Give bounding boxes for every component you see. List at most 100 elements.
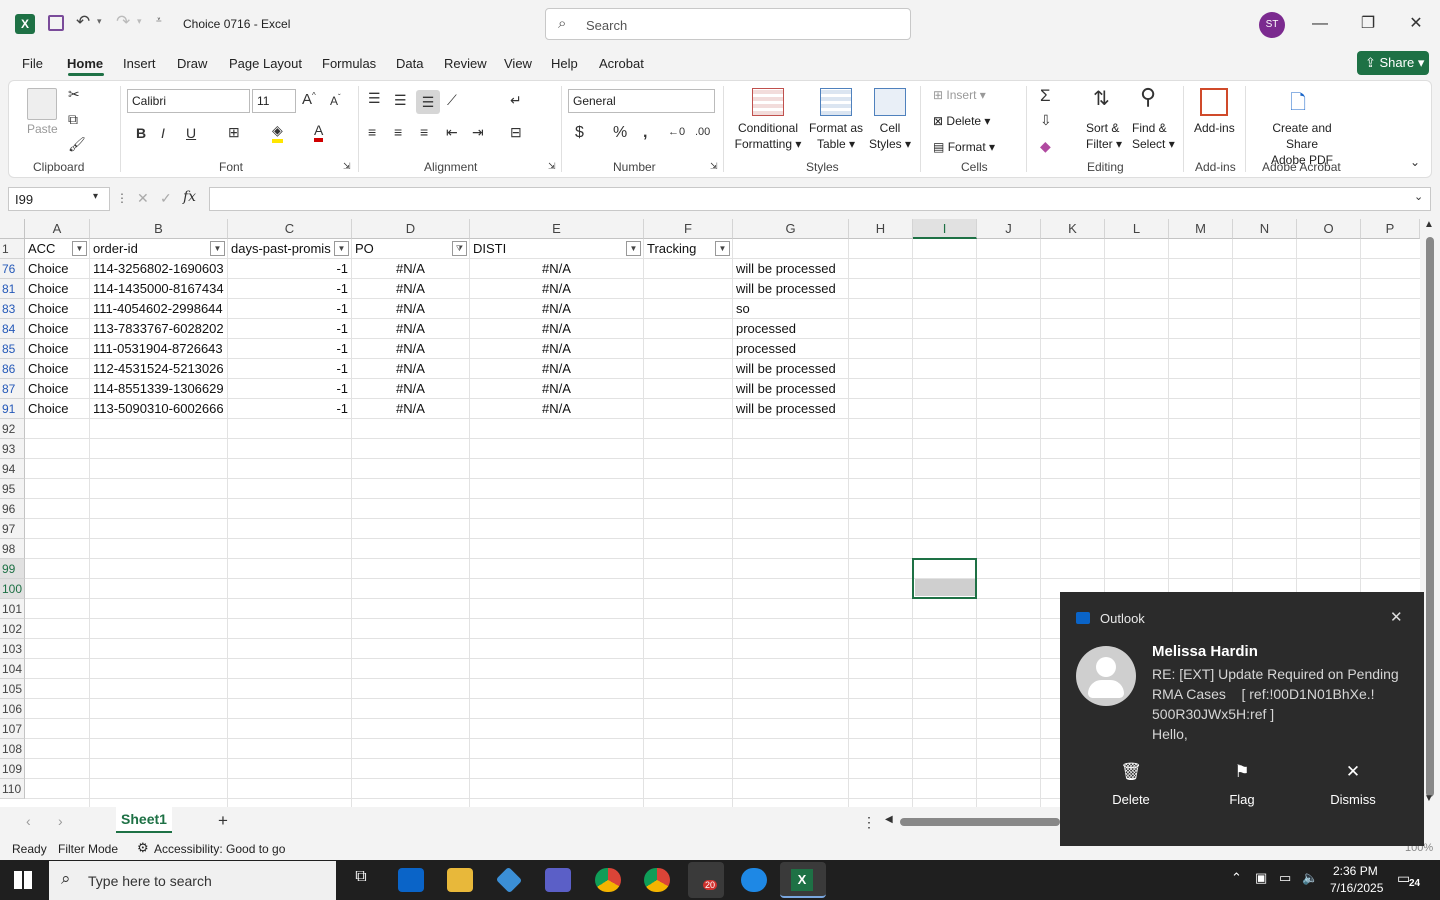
cell-g[interactable]: will be processed — [733, 399, 849, 419]
column-header-m[interactable]: M — [1169, 219, 1233, 239]
row-header-104[interactable]: 104 — [0, 659, 25, 679]
column-header-k[interactable]: K — [1041, 219, 1105, 239]
teams-icon[interactable] — [545, 868, 571, 892]
cell-c[interactable]: -1 — [228, 319, 352, 339]
column-header-p[interactable]: P — [1361, 219, 1420, 239]
cell-a[interactable]: Choice — [25, 379, 90, 399]
merge-center-icon[interactable]: ⊟ — [510, 124, 522, 141]
percent-icon[interactable]: % — [613, 124, 627, 142]
filter-dropdown-icon[interactable]: ▼ — [334, 241, 349, 256]
scroll-up-icon[interactable]: ▲ — [1424, 219, 1434, 230]
decrease-decimal-icon[interactable]: .00 — [695, 126, 710, 138]
fill-color-icon[interactable]: ◈ — [272, 122, 283, 143]
horizontal-scroll-thumb[interactable] — [900, 818, 1060, 826]
row-header-93[interactable]: 93 — [0, 439, 25, 459]
cell-d[interactable]: #N/A — [352, 359, 470, 379]
increase-font-icon[interactable]: A^ — [302, 91, 316, 108]
row-header-105[interactable]: 105 — [0, 679, 25, 699]
tab-data[interactable]: Data — [396, 56, 423, 71]
tab-draw[interactable]: Draw — [177, 56, 207, 71]
align-middle-icon[interactable]: ☰ — [394, 92, 407, 109]
align-top-icon[interactable]: ☰ — [368, 90, 381, 107]
cell-a[interactable]: Choice — [25, 279, 90, 299]
vertical-scroll-thumb[interactable] — [1426, 237, 1434, 797]
more-options-icon[interactable]: ⋮ — [116, 191, 128, 205]
cell-c[interactable]: -1 — [228, 299, 352, 319]
row-header-87[interactable]: 87 — [0, 379, 25, 399]
column-header-i[interactable]: I — [913, 219, 977, 239]
bold-icon[interactable]: B — [136, 125, 146, 141]
cell-d[interactable]: #N/A — [352, 399, 470, 419]
taskbar-time[interactable]: 2:36 PM — [1333, 864, 1378, 878]
tab-file[interactable]: File — [22, 56, 43, 71]
cell-e[interactable]: #N/A — [470, 279, 644, 299]
undo-icon[interactable]: ↶ — [76, 12, 90, 32]
cell-g[interactable]: will be processed — [733, 359, 849, 379]
row-header-108[interactable]: 108 — [0, 739, 25, 759]
enter-entry-icon[interactable]: ✓ — [160, 190, 172, 207]
app-blue-icon[interactable] — [741, 868, 767, 892]
close-button[interactable]: ✕ — [1401, 10, 1431, 38]
cell-g[interactable]: processed — [733, 339, 849, 359]
volume-icon[interactable]: 🔈 — [1302, 870, 1318, 886]
tab-view[interactable]: View — [504, 56, 532, 71]
chrome-profile-icon[interactable] — [644, 868, 670, 892]
cell-e[interactable]: #N/A — [470, 379, 644, 399]
hscroll-left-icon[interactable]: ◀ — [885, 814, 893, 825]
restore-button[interactable]: ❐ — [1353, 10, 1383, 38]
align-bottom-icon[interactable]: ☰ — [416, 90, 440, 114]
cell-c[interactable]: -1 — [228, 379, 352, 399]
conditional-formatting-button[interactable]: Conditional Formatting ▾ — [733, 120, 803, 152]
customize-qat-icon[interactable]: ⩡ — [156, 15, 162, 26]
decrease-indent-icon[interactable]: ⇤ — [446, 124, 458, 141]
cell-b[interactable]: 111-4054602-2998644 — [90, 299, 228, 319]
create-pdf-icon[interactable]: 🗋 — [1290, 88, 1306, 122]
clear-icon[interactable]: ◆ — [1040, 138, 1051, 155]
outlook-notification[interactable]: Outlook ✕ Melissa Hardin RE: [EXT] Updat… — [1060, 592, 1424, 846]
sort-filter-button[interactable]: Sort & Filter ▾ — [1086, 120, 1122, 152]
cell-c[interactable]: -1 — [228, 399, 352, 419]
column-header-d[interactable]: D — [352, 219, 470, 239]
cell-e[interactable]: #N/A — [470, 319, 644, 339]
number-dialog-launcher-icon[interactable]: ⇲ — [710, 161, 718, 172]
cell-g[interactable]: will be processed — [733, 259, 849, 279]
tab-acrobat[interactable]: Acrobat — [599, 56, 644, 71]
cell-a[interactable]: Choice — [25, 299, 90, 319]
undo-dropdown-icon[interactable]: ▾ — [97, 16, 102, 27]
cell-d[interactable]: #N/A — [352, 279, 470, 299]
cell-g[interactable]: will be processed — [733, 279, 849, 299]
user-avatar[interactable]: ST — [1259, 12, 1285, 38]
font-name-select[interactable]: Calibri — [127, 89, 250, 113]
cell-styles-button[interactable]: Cell Styles ▾ — [866, 120, 914, 152]
next-sheet-icon[interactable]: › — [58, 813, 63, 829]
row-header-92[interactable]: 92 — [0, 419, 25, 439]
network-icon[interactable]: ▭ — [1279, 870, 1291, 886]
tray-chevron-icon[interactable]: ⌃ — [1231, 870, 1242, 886]
row-header-85[interactable]: 85 — [0, 339, 25, 359]
alignment-dialog-launcher-icon[interactable]: ⇲ — [548, 161, 556, 172]
cell-b[interactable]: 111-0531904-8726643 — [90, 339, 228, 359]
cell-d[interactable]: #N/A — [352, 319, 470, 339]
cell-c[interactable]: -1 — [228, 339, 352, 359]
cell-a[interactable]: Choice — [25, 399, 90, 419]
search-box[interactable]: ⌕ Search — [545, 8, 911, 40]
row-header-1[interactable]: 1 — [0, 239, 25, 259]
increase-indent-icon[interactable]: ⇥ — [472, 124, 484, 141]
row-header-101[interactable]: 101 — [0, 599, 25, 619]
row-header-76[interactable]: 76 — [0, 259, 25, 279]
borders-icon[interactable]: ⊞ — [228, 124, 240, 141]
fill-icon[interactable]: ⇩ — [1040, 112, 1052, 129]
font-color-icon[interactable]: A — [314, 122, 324, 142]
cell-f[interactable] — [644, 339, 733, 359]
insert-cells-button[interactable]: ⊞ Insert ▾ — [933, 87, 986, 103]
filter-active-icon[interactable]: ⧩ — [452, 241, 467, 256]
tab-page-layout[interactable]: Page Layout — [229, 56, 302, 71]
currency-icon[interactable]: $ — [575, 124, 584, 142]
cell-a[interactable]: Choice — [25, 319, 90, 339]
taskbar-date[interactable]: 7/16/2025 — [1330, 881, 1383, 895]
select-all-corner[interactable] — [0, 219, 25, 239]
tray-security-icon[interactable]: ▣ — [1255, 870, 1267, 886]
cell-e[interactable]: #N/A — [470, 359, 644, 379]
font-dialog-launcher-icon[interactable]: ⇲ — [343, 161, 351, 172]
tab-review[interactable]: Review — [444, 56, 487, 71]
